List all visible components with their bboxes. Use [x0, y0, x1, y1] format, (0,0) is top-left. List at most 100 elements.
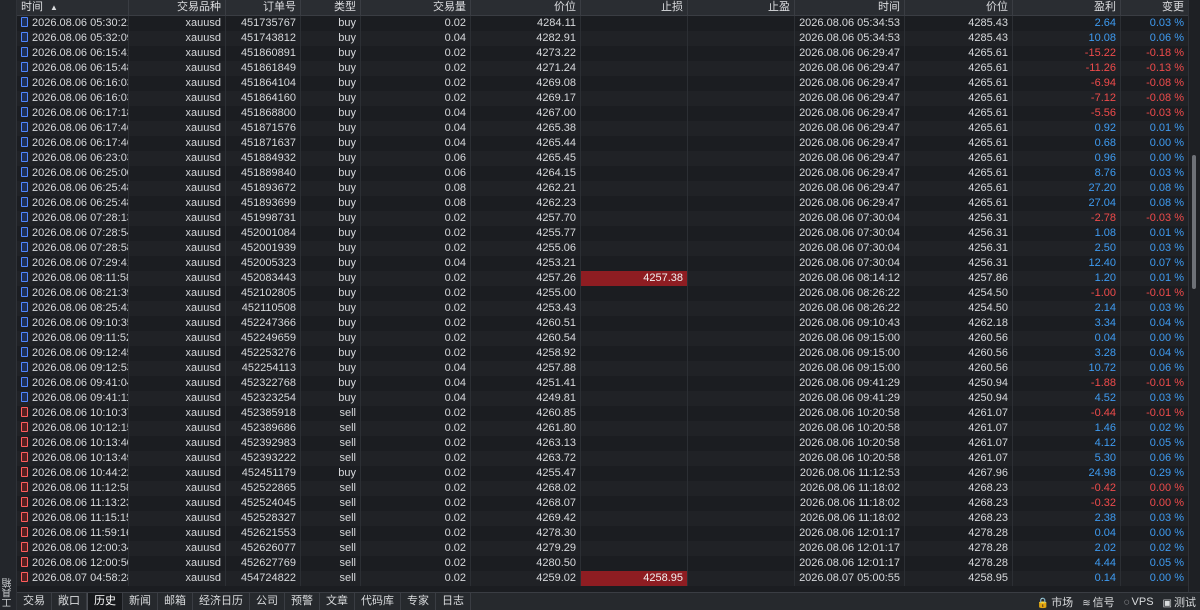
- header-type[interactable]: 类型: [301, 0, 361, 15]
- open-price-cell: 4257.70: [471, 211, 581, 226]
- close-time-cell: 2026.08.07 05:00:55: [795, 571, 905, 586]
- table-row[interactable]: 2026.08.06 06:25:48 xauusd 451893699 buy 0.0…: [17, 196, 1189, 211]
- table-row[interactable]: 2026.08.06 06:17:46 xauusd 451871637 buy 0.0…: [17, 136, 1189, 151]
- tab-5[interactable]: 经济日历: [193, 593, 250, 610]
- sell-trade-icon: [21, 482, 28, 492]
- tab-9[interactable]: 代码库: [355, 593, 401, 610]
- profit-cell: 10.08: [1013, 31, 1121, 46]
- open-time-cell: 2026.08.06 09:41:04: [17, 376, 129, 391]
- table-row[interactable]: 2026.08.06 07:28:13 xauusd 451998731 buy 0.0…: [17, 211, 1189, 226]
- table-row[interactable]: 2026.08.06 06:17:46 xauusd 451871576 buy 0.0…: [17, 121, 1189, 136]
- table-row[interactable]: 2026.08.06 06:16:03 xauusd 451864160 buy 0.0…: [17, 91, 1189, 106]
- order-id-cell: 454724822: [226, 571, 301, 586]
- header-take-profit[interactable]: 止盈: [688, 0, 795, 15]
- buy-trade-icon: [21, 152, 28, 162]
- open-time-cell: 2026.08.06 12:00:34: [17, 541, 129, 556]
- table-row[interactable]: 2026.08.06 06:25:00 xauusd 451889840 buy 0.0…: [17, 166, 1189, 181]
- tab-2[interactable]: 历史: [87, 593, 123, 610]
- table-row[interactable]: 2026.08.06 08:25:42 xauusd 452110508 buy 0.0…: [17, 301, 1189, 316]
- header-volume[interactable]: 交易量: [361, 0, 471, 15]
- tab-6[interactable]: 公司: [250, 593, 285, 610]
- stop-loss-cell: [581, 256, 688, 271]
- header-symbol[interactable]: 交易品种: [129, 0, 226, 15]
- profit-cell: 24.98: [1013, 466, 1121, 481]
- close-time-cell: 2026.08.06 12:01:17: [795, 556, 905, 571]
- header-order[interactable]: 订单号: [226, 0, 301, 15]
- table-row[interactable]: 2026.08.06 11:15:15 xauusd 452528327 sell 0.…: [17, 511, 1189, 526]
- change-cell: 0.04 %: [1121, 316, 1189, 331]
- status-area: 🔒 市场 ≋ 信号 ◌ VPS ▣ 测试: [1037, 593, 1196, 610]
- table-row[interactable]: 2026.08.06 11:12:58 xauusd 452522865 sell 0.…: [17, 481, 1189, 496]
- table-row[interactable]: 2026.08.06 07:29:41 xauusd 452005323 buy 0.0…: [17, 256, 1189, 271]
- table-row[interactable]: 2026.08.06 09:41:11 xauusd 452323254 buy 0.0…: [17, 391, 1189, 406]
- sell-trade-icon: [21, 557, 28, 567]
- header-close-time[interactable]: 时间: [795, 0, 905, 15]
- header-stop-loss[interactable]: 止损: [581, 0, 688, 15]
- table-row[interactable]: 2026.08.06 05:30:21 xauusd 451735767 buy 0.0…: [17, 16, 1189, 31]
- tester-button[interactable]: ▣ 测试: [1163, 594, 1196, 610]
- stop-loss-cell: [581, 391, 688, 406]
- table-row[interactable]: 2026.08.06 09:10:35 xauusd 452247366 buy 0.0…: [17, 316, 1189, 331]
- table-row[interactable]: 2026.08.07 04:58:28 xauusd 454724822 sell 0.…: [17, 571, 1189, 586]
- table-row[interactable]: 2026.08.06 08:21:39 xauusd 452102805 buy 0.0…: [17, 286, 1189, 301]
- header-change[interactable]: 变更: [1121, 0, 1189, 15]
- header-time[interactable]: 时间 ▲: [17, 0, 129, 15]
- header-profit[interactable]: 盈利: [1013, 0, 1121, 15]
- stop-loss-cell: [581, 301, 688, 316]
- header-price[interactable]: 价位: [471, 0, 581, 15]
- profit-cell: 27.20: [1013, 181, 1121, 196]
- open-time-cell: 2026.08.06 09:41:11: [17, 391, 129, 406]
- table-row[interactable]: 2026.08.06 09:12:45 xauusd 452253276 buy 0.0…: [17, 346, 1189, 361]
- tab-8[interactable]: 文章: [320, 593, 355, 610]
- table-row[interactable]: 2026.08.06 06:15:41 xauusd 451860891 buy 0.0…: [17, 46, 1189, 61]
- table-row[interactable]: 2026.08.06 11:59:16 xauusd 452621553 sell 0.…: [17, 526, 1189, 541]
- close-price-cell: 4265.61: [905, 181, 1013, 196]
- tab-4[interactable]: 邮箱: [158, 593, 193, 610]
- header-close-price[interactable]: 价位: [905, 0, 1013, 15]
- trade-type-cell: buy: [301, 121, 361, 136]
- sort-ascending-icon[interactable]: ▲: [50, 3, 58, 12]
- tab-7[interactable]: 预警: [285, 593, 320, 610]
- table-row[interactable]: 2026.08.06 05:32:09 xauusd 451743812 buy 0.0…: [17, 31, 1189, 46]
- table-row[interactable]: 2026.08.06 06:17:18 xauusd 451868800 buy 0.0…: [17, 106, 1189, 121]
- table-row[interactable]: 2026.08.06 06:16:03 xauusd 451864104 buy 0.0…: [17, 76, 1189, 91]
- table-row[interactable]: 2026.08.06 12:00:50 xauusd 452627769 sell 0.…: [17, 556, 1189, 571]
- sell-trade-icon: [21, 497, 28, 507]
- close-time-cell: 2026.08.06 09:15:00: [795, 331, 905, 346]
- vertical-scrollbar[interactable]: [1188, 0, 1200, 593]
- toolbox-sidebar[interactable]: 工具箱: [0, 0, 17, 610]
- table-row[interactable]: 2026.08.06 12:00:34 xauusd 452626077 sell 0.…: [17, 541, 1189, 556]
- signals-button[interactable]: ≋ 信号: [1082, 594, 1114, 610]
- open-time-cell: 2026.08.06 07:28:13: [17, 211, 129, 226]
- table-row[interactable]: 2026.08.06 10:44:22 xauusd 452451179 buy 0.0…: [17, 466, 1189, 481]
- stop-loss-cell: [581, 286, 688, 301]
- open-price-cell: 4267.00: [471, 106, 581, 121]
- tab-11[interactable]: 日志: [436, 593, 471, 610]
- table-row[interactable]: 2026.08.06 10:13:49 xauusd 452393222 sell 0.…: [17, 451, 1189, 466]
- tab-1[interactable]: 敞口: [52, 593, 87, 610]
- table-row[interactable]: 2026.08.06 09:41:04 xauusd 452322768 buy 0.0…: [17, 376, 1189, 391]
- tab-0[interactable]: 交易: [17, 593, 52, 610]
- table-row[interactable]: 2026.08.06 08:11:58 xauusd 452083443 buy 0.0…: [17, 271, 1189, 286]
- table-row[interactable]: 2026.08.06 11:13:23 xauusd 452524045 sell 0.…: [17, 496, 1189, 511]
- table-row[interactable]: 2026.08.06 06:25:48 xauusd 451893672 buy 0.0…: [17, 181, 1189, 196]
- tab-3[interactable]: 新闻: [123, 593, 158, 610]
- order-id-cell: 451860891: [226, 46, 301, 61]
- table-row[interactable]: 2026.08.06 09:12:53 xauusd 452254113 buy 0.0…: [17, 361, 1189, 376]
- table-row[interactable]: 2026.08.06 10:13:40 xauusd 452392983 sell 0.…: [17, 436, 1189, 451]
- table-row[interactable]: 2026.08.06 10:10:37 xauusd 452385918 sell 0.…: [17, 406, 1189, 421]
- vps-button[interactable]: ◌ VPS: [1124, 596, 1154, 608]
- table-row[interactable]: 2026.08.06 07:28:54 xauusd 452001084 buy 0.0…: [17, 226, 1189, 241]
- table-row[interactable]: 2026.08.06 06:23:03 xauusd 451884932 buy 0.0…: [17, 151, 1189, 166]
- market-button[interactable]: 🔒 市场: [1037, 594, 1073, 610]
- tab-10[interactable]: 专家: [401, 593, 436, 610]
- table-row[interactable]: 2026.08.06 06:15:48 xauusd 451861849 buy 0.0…: [17, 61, 1189, 76]
- table-row[interactable]: 2026.08.06 07:28:58 xauusd 452001939 buy 0.0…: [17, 241, 1189, 256]
- buy-trade-icon: [21, 332, 28, 342]
- table-row[interactable]: 2026.08.06 10:12:15 xauusd 452389686 sell 0.…: [17, 421, 1189, 436]
- close-price-cell: 4256.31: [905, 241, 1013, 256]
- table-row[interactable]: 2026.08.06 09:11:52 xauusd 452249659 buy 0.0…: [17, 331, 1189, 346]
- close-price-cell: 4285.43: [905, 16, 1013, 31]
- scrollbar-thumb[interactable]: [1192, 155, 1196, 289]
- take-profit-cell: [688, 256, 795, 271]
